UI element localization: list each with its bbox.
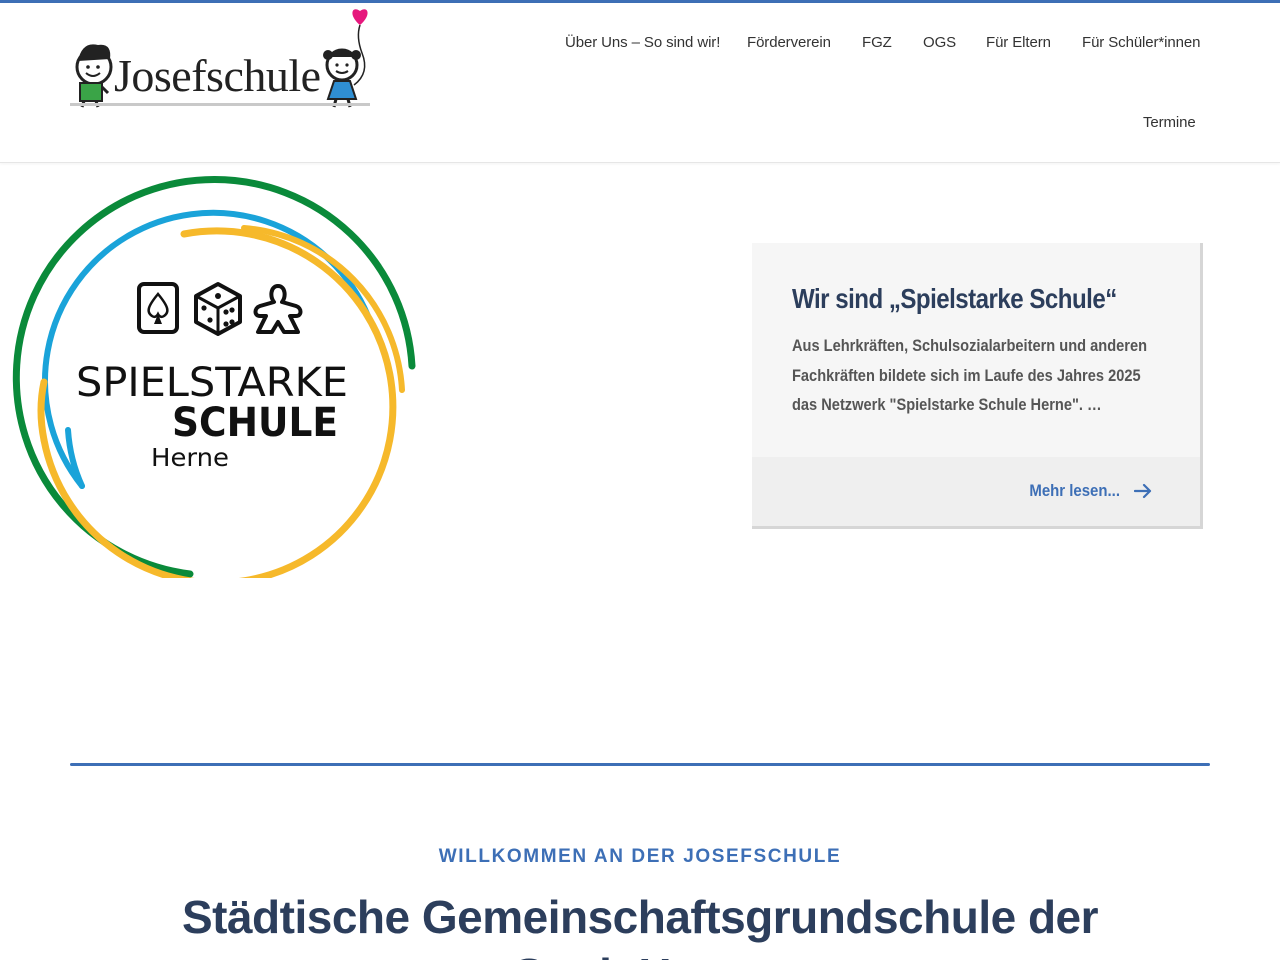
emblem-line2: SCHULE xyxy=(172,400,338,446)
arrow-right-icon xyxy=(1134,483,1152,499)
nav-item-ogs[interactable]: OGS xyxy=(923,34,956,51)
nav-item-fgz[interactable]: FGZ xyxy=(862,34,892,51)
post-card-footer: Mehr lesen... xyxy=(752,457,1200,526)
spielstarke-schule-emblem[interactable]: SPIELSTARKE SCHULE Herne xyxy=(8,170,418,587)
section-divider xyxy=(70,763,1210,766)
nav-item-foerderverein[interactable]: Förderverein xyxy=(747,34,831,51)
welcome-kicker: WILLKOMMEN AN DER JOSEFSCHULE xyxy=(438,846,842,867)
feature-post-card: Wir sind „Spielstarke Schule“ Aus Lehrkr… xyxy=(752,243,1203,529)
dice-icon xyxy=(194,282,242,336)
nav-item-ueber-uns[interactable]: Über Uns – So sind wir! xyxy=(565,34,720,51)
nav-item-termine[interactable]: Termine xyxy=(1143,114,1196,131)
welcome-headline: Städtische Gemeinschaftsgrundschule der … xyxy=(181,891,1099,960)
read-more-label: Mehr lesen... xyxy=(1029,481,1120,500)
meeple-icon xyxy=(253,284,303,334)
nav-item-fuer-schueler[interactable]: Für Schüler*innen xyxy=(1082,34,1200,51)
post-title[interactable]: Wir sind „Spielstarke Schule“ xyxy=(792,283,1136,315)
post-excerpt: Aus Lehrkräften, Schulsozialarbeitern un… xyxy=(792,336,1148,414)
emblem-rings: SPIELSTARKE SCHULE Herne xyxy=(12,176,416,587)
card-spade-icon xyxy=(137,282,179,334)
emblem-line3: Herne xyxy=(151,443,229,472)
site-header: Josefschule Über Uns – So sind wir! Förd… xyxy=(0,3,1280,163)
main-navigation: Über Uns – So sind wir! Förderverein FGZ… xyxy=(0,3,1280,163)
nav-item-fuer-eltern[interactable]: Für Eltern xyxy=(986,34,1051,51)
read-more-link[interactable]: Mehr lesen... xyxy=(1017,481,1152,501)
